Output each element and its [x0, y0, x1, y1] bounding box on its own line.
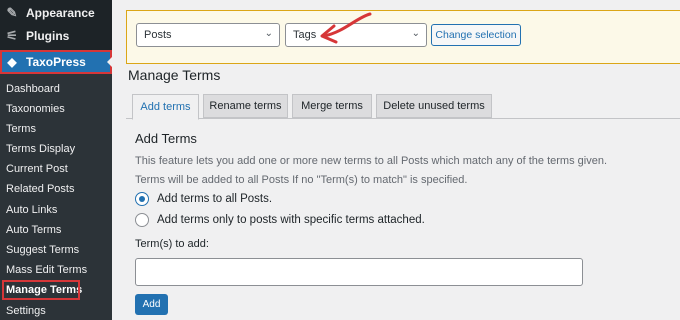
tab-divider	[126, 118, 680, 119]
description-note: Terms will be added to all Posts If no "…	[135, 174, 468, 186]
chevron-down-icon: ⌄	[411, 28, 420, 39]
tab-delete-unused-terms[interactable]: Delete unused terms	[376, 94, 492, 118]
change-selection-button[interactable]: Change selection	[431, 24, 521, 46]
submenu-item-auto-terms[interactable]: Auto Terms	[6, 224, 61, 236]
menu-item-taxopress[interactable]: ◆ TaxoPress	[0, 50, 113, 74]
tag-icon: ◆	[7, 55, 17, 69]
manage-terms-highlight-box	[2, 280, 80, 300]
menu-item-plugins[interactable]: ⚟ Plugins	[0, 24, 112, 48]
tab-add-terms[interactable]: Add terms	[132, 94, 199, 120]
submenu-item-mass-edit-terms[interactable]: Mass Edit Terms	[6, 264, 87, 276]
page-title: Manage Terms	[128, 67, 221, 83]
submenu-item-dashboard[interactable]: Dashboard	[6, 83, 60, 95]
submenu-item-suggest-terms[interactable]: Suggest Terms	[6, 244, 79, 256]
menu-item-appearance[interactable]: ✎ Appearance	[0, 1, 112, 25]
tab-merge-terms[interactable]: Merge terms	[292, 94, 372, 118]
radio-label: Add terms to all Posts.	[157, 193, 273, 205]
radio-option-all-posts[interactable]: Add terms to all Posts.	[135, 192, 272, 206]
post-type-select-value: Posts	[144, 29, 172, 41]
terms-to-add-input[interactable]	[135, 258, 583, 286]
paintbrush-icon: ✎	[6, 5, 18, 20]
menu-item-label: Appearance	[26, 6, 95, 20]
chevron-down-icon: ⌄	[264, 28, 273, 39]
submenu-item-terms-display[interactable]: Terms Display	[6, 143, 75, 155]
radio-button[interactable]	[135, 213, 149, 227]
section-title: Add Terms	[135, 131, 197, 146]
submenu-item-auto-links[interactable]: Auto Links	[6, 204, 57, 216]
annotation-arrow-icon	[320, 12, 372, 44]
radio-button-checked[interactable]	[135, 192, 149, 206]
tab-rename-terms[interactable]: Rename terms	[203, 94, 288, 118]
taxonomy-selector-bar: Posts ⌄ Tags ⌄ Change selection	[126, 10, 680, 64]
post-type-select[interactable]: Posts ⌄	[136, 23, 280, 47]
submenu-item-settings[interactable]: Settings	[6, 305, 46, 317]
radio-label: Add terms only to posts with specific te…	[157, 214, 425, 226]
menu-item-label: Plugins	[26, 29, 70, 43]
admin-sidebar: ✎ Appearance ⚟ Plugins ◆ TaxoPress Dashb…	[0, 0, 113, 320]
menu-item-label: TaxoPress	[26, 55, 86, 69]
current-menu-arrow	[107, 56, 113, 68]
submenu-item-terms[interactable]: Terms	[6, 123, 36, 135]
plug-icon: ⚟	[6, 28, 18, 43]
submenu-item-related-posts[interactable]: Related Posts	[6, 183, 74, 195]
description-text: This feature lets you add one or more ne…	[135, 155, 607, 167]
submenu-item-current-post[interactable]: Current Post	[6, 163, 68, 175]
taxonomy-select-value: Tags	[293, 29, 317, 41]
submenu-item-taxonomies[interactable]: Taxonomies	[6, 103, 65, 115]
terms-to-add-label: Term(s) to add:	[135, 238, 209, 250]
radio-option-specific-terms[interactable]: Add terms only to posts with specific te…	[135, 213, 425, 227]
add-button[interactable]: Add	[135, 294, 168, 315]
